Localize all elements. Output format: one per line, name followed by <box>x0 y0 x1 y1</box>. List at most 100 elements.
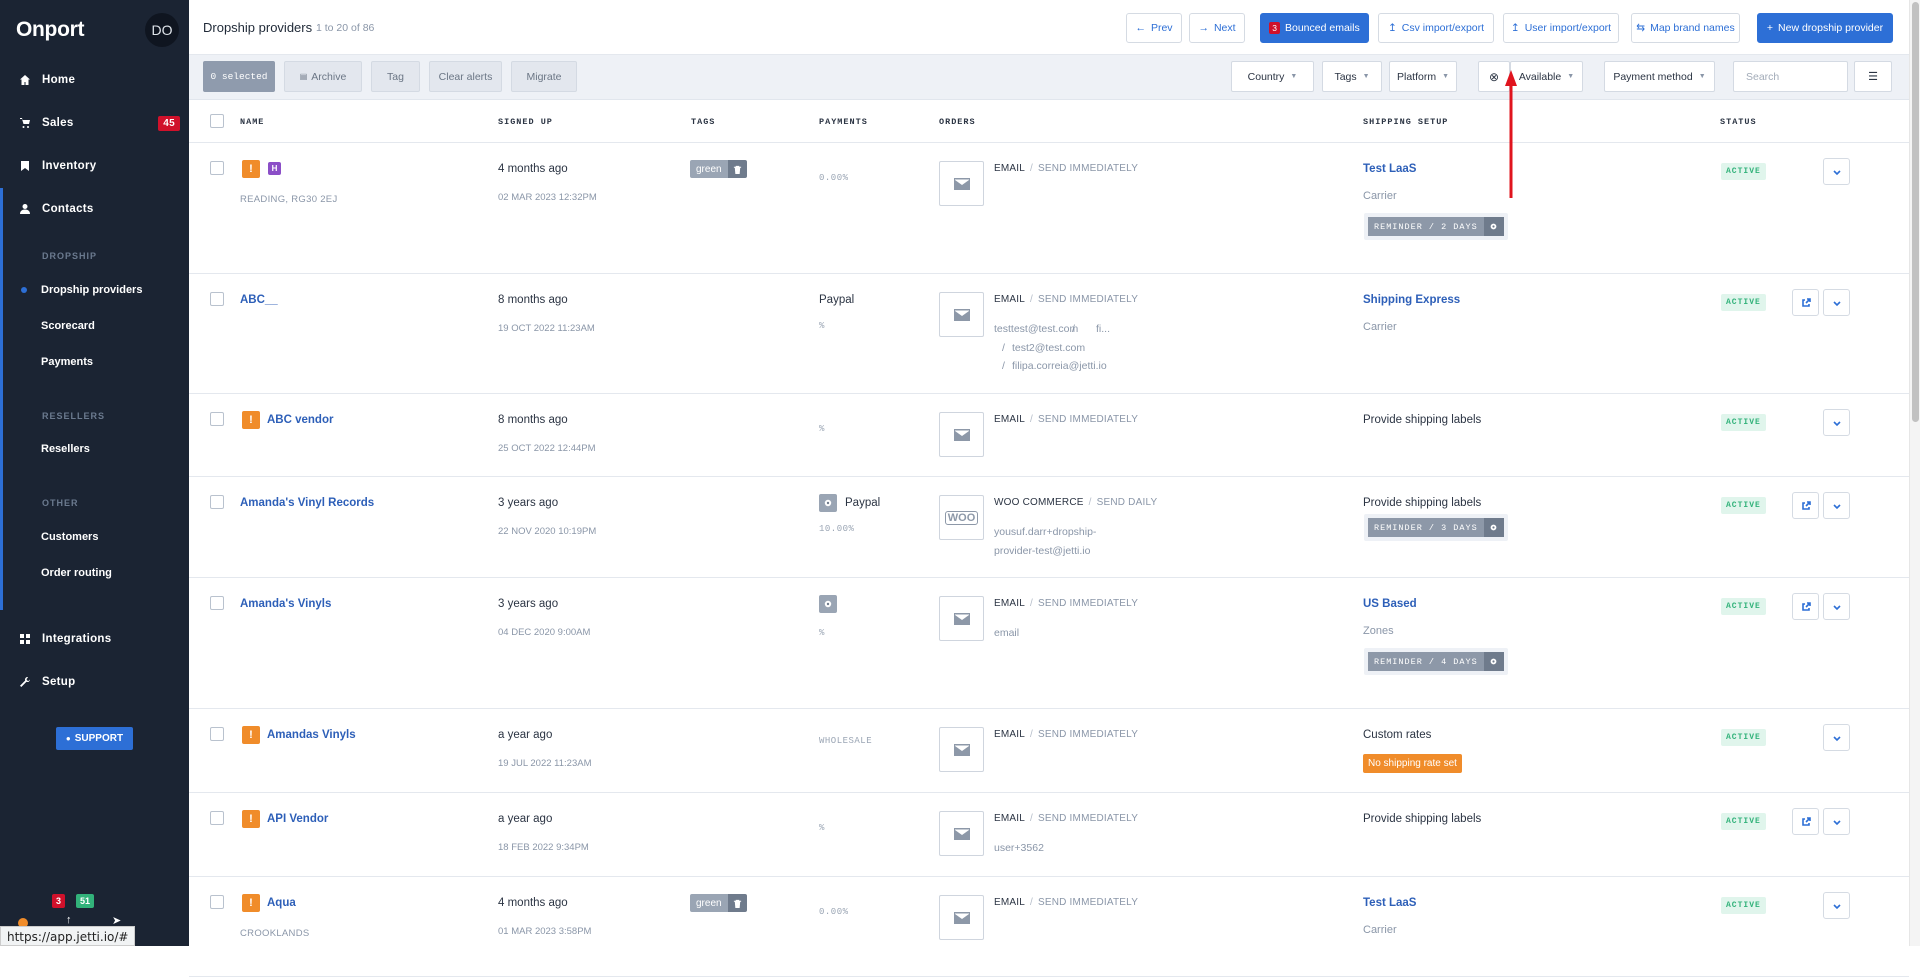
row-actions-dropdown[interactable] <box>1823 158 1850 185</box>
row-checkbox[interactable] <box>210 495 224 509</box>
row-checkbox[interactable] <box>210 161 224 175</box>
success-count-badge[interactable]: 51 <box>76 894 95 908</box>
user-import-export-button[interactable]: ↥ User import/export <box>1503 13 1619 43</box>
sidebar-item-resellers[interactable]: Resellers <box>41 443 90 455</box>
select-all-checkbox[interactable] <box>210 114 224 128</box>
platform-filter[interactable]: Platform ▼ <box>1389 61 1457 92</box>
provider-name-link[interactable]: Aqua <box>267 897 296 909</box>
shipping-setup-link[interactable]: Test LaaS <box>1363 897 1416 909</box>
csv-label: Csv import/export <box>1401 22 1485 34</box>
chevron-down-icon: ▼ <box>1442 73 1450 80</box>
scrollbar-thumb[interactable] <box>1912 2 1919 422</box>
provider-name-link[interactable]: Amanda's Vinyl Records <box>240 497 374 509</box>
provider-name-link[interactable]: API Vendor <box>267 813 328 825</box>
sidebar-item-label: Inventory <box>42 160 97 172</box>
provider-name-link[interactable]: Amandas Vinyls <box>267 729 356 741</box>
sidebar-item-inventory[interactable]: Inventory <box>0 149 189 183</box>
sidebar-item-dropship-providers[interactable]: Dropship providers <box>41 284 142 296</box>
sidebar-item-sales[interactable]: Sales 45 <box>0 106 189 140</box>
status-badge: ACTIVE <box>1721 294 1766 311</box>
payment-method-filter[interactable]: Payment method ▼ <box>1604 61 1715 92</box>
migrate-button[interactable]: Migrate <box>511 61 577 92</box>
open-external-button[interactable] <box>1792 289 1819 316</box>
upload-icon: ↥ <box>1510 22 1520 34</box>
gear-icon[interactable] <box>1483 217 1504 236</box>
sidebar-item-payments[interactable]: Payments <box>41 356 93 368</box>
alert-count-badge[interactable]: 3 <box>52 894 66 908</box>
search-input[interactable] <box>1733 61 1848 92</box>
selected-count-button[interactable]: 0 selected <box>203 61 275 92</box>
row-checkbox[interactable] <box>210 292 224 306</box>
sidebar-item-setup[interactable]: Setup <box>0 665 189 699</box>
shipping-setup-link[interactable]: US Based <box>1363 598 1417 610</box>
signed-up-date: 02 MAR 2023 12:32PM <box>498 192 597 203</box>
trash-icon[interactable] <box>727 894 747 912</box>
row-actions-dropdown[interactable] <box>1823 808 1850 835</box>
tag-button[interactable]: Tag <box>371 61 420 92</box>
tag-chip[interactable]: green <box>690 160 747 178</box>
csv-import-export-button[interactable]: ↥ Csv import/export <box>1378 13 1494 43</box>
sidebar-item-home[interactable]: Home <box>0 63 189 97</box>
gear-icon[interactable] <box>1483 652 1504 671</box>
reminder-chip[interactable]: REMINDER / 2 DAYS <box>1364 213 1508 240</box>
next-button[interactable]: → Next <box>1189 13 1245 43</box>
signed-up-relative: a year ago <box>498 729 553 741</box>
column-header-name[interactable]: NAME <box>240 117 264 127</box>
prev-button[interactable]: ← Prev <box>1126 13 1182 43</box>
sidebar-item-customers[interactable]: Customers <box>41 531 98 543</box>
sidebar-item-integrations[interactable]: Integrations <box>0 622 189 656</box>
shipping-setup-link[interactable]: Test LaaS <box>1363 163 1416 175</box>
separator: / <box>1030 163 1033 174</box>
column-header-signed-up[interactable]: SIGNED UP <box>498 117 553 127</box>
app-logo[interactable]: Onport <box>16 18 84 42</box>
row-actions-dropdown[interactable] <box>1823 492 1850 519</box>
provider-name-link[interactable]: ABC__ <box>240 294 278 306</box>
external-link-icon <box>1801 816 1811 826</box>
upload-icon[interactable]: ↑ <box>66 914 72 926</box>
tags-filter[interactable]: Tags ▼ <box>1322 61 1382 92</box>
reminder-chip[interactable]: REMINDER / 3 DAYS <box>1364 514 1508 541</box>
signed-up-relative: 4 months ago <box>498 897 568 909</box>
avatar[interactable]: DO <box>145 13 179 47</box>
open-external-button[interactable] <box>1792 593 1819 620</box>
gear-icon[interactable] <box>1483 518 1504 537</box>
new-dropship-provider-button[interactable]: + New dropship provider <box>1757 13 1893 43</box>
row-actions-dropdown[interactable] <box>1823 724 1850 751</box>
sidebar-item-order-routing[interactable]: Order routing <box>41 567 112 579</box>
tag-chip[interactable]: green <box>690 894 747 912</box>
support-button[interactable]: ● SUPPORT <box>56 727 133 750</box>
sidebar-item-scorecard[interactable]: Scorecard <box>41 320 95 332</box>
country-filter[interactable]: Country ▼ <box>1231 61 1314 92</box>
row-actions-dropdown[interactable] <box>1823 593 1850 620</box>
row-actions-dropdown[interactable] <box>1823 289 1850 316</box>
sidebar-item-contacts[interactable]: Contacts <box>0 192 189 226</box>
trash-icon[interactable] <box>727 160 747 178</box>
order-mode-label: SEND IMMEDIATELY <box>1038 897 1139 908</box>
row-checkbox[interactable] <box>210 596 224 610</box>
filter-bar: 0 selected ▤ Archive Tag Clear alerts Mig… <box>189 55 1909 100</box>
available-filter[interactable]: Available ▼ <box>1510 61 1583 92</box>
row-checkbox[interactable] <box>210 727 224 741</box>
map-brand-names-button[interactable]: ⇆ Map brand names <box>1631 13 1740 43</box>
separator: / <box>1030 897 1033 908</box>
clear-alerts-button[interactable]: Clear alerts <box>429 61 502 92</box>
order-email: test2@test.com <box>1012 342 1086 354</box>
shipping-setup-link[interactable]: Shipping Express <box>1363 294 1460 306</box>
reminder-chip[interactable]: REMINDER / 4 DAYS <box>1364 648 1508 675</box>
row-actions-dropdown[interactable] <box>1823 409 1850 436</box>
provider-name-link[interactable]: Amanda's Vinyls <box>240 598 331 610</box>
sidebar: Onport DO Home Sales 45 Inventory Contac… <box>0 0 189 946</box>
row-checkbox[interactable] <box>210 811 224 825</box>
open-external-button[interactable] <box>1792 492 1819 519</box>
provider-name-link[interactable]: ABC vendor <box>267 414 333 426</box>
archive-button[interactable]: ▤ Archive <box>284 61 362 92</box>
row-checkbox[interactable] <box>210 412 224 426</box>
open-external-button[interactable] <box>1792 808 1819 835</box>
row-actions-dropdown[interactable] <box>1823 892 1850 919</box>
bounced-emails-button[interactable]: 3 Bounced emails <box>1260 13 1369 43</box>
row-checkbox[interactable] <box>210 895 224 909</box>
scrollbar[interactable] <box>1909 0 1920 946</box>
payment-method: Paypal <box>819 294 855 306</box>
columns-toggle-button[interactable]: ☰ <box>1854 61 1892 92</box>
separator: / <box>1030 813 1033 824</box>
